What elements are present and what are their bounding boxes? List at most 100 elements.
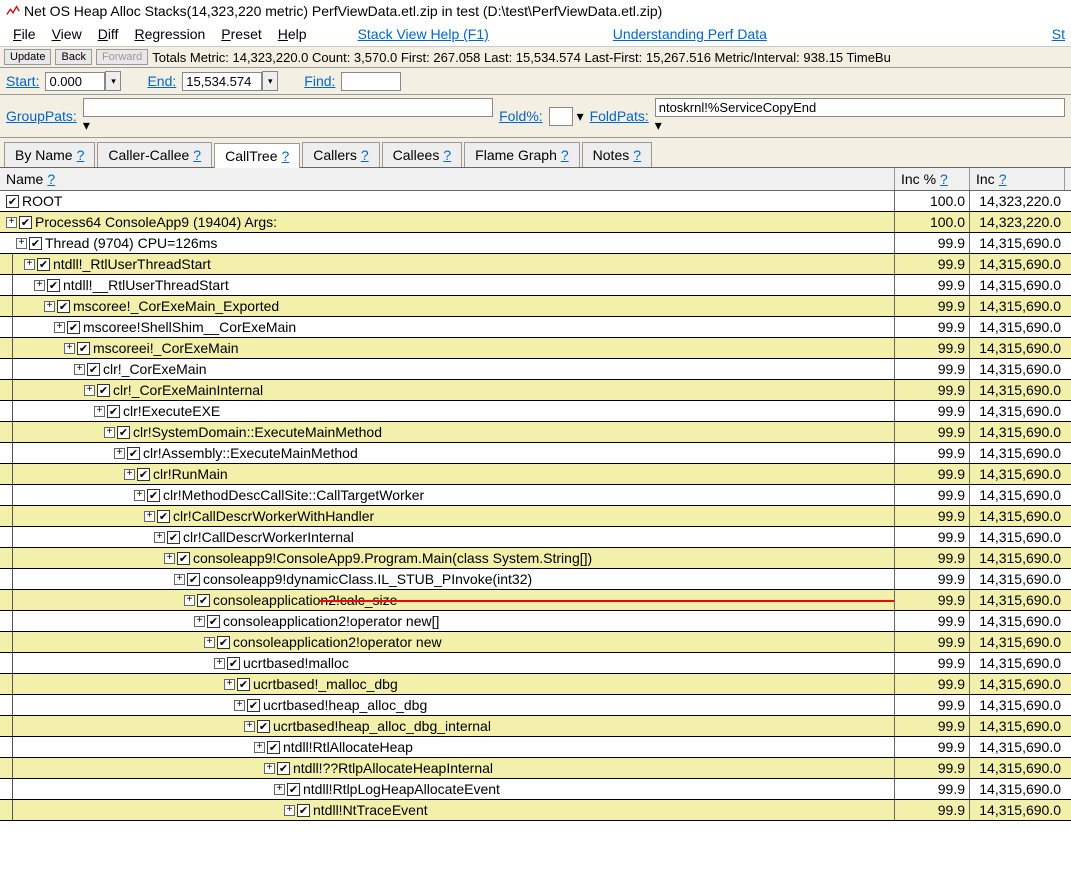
expander-icon[interactable]: + (184, 595, 195, 606)
find-input[interactable] (341, 72, 401, 91)
menu-help[interactable]: Help (271, 24, 314, 44)
expander-icon[interactable]: + (154, 532, 165, 543)
menu-view[interactable]: View (45, 24, 89, 44)
end-label[interactable]: End: (147, 73, 176, 89)
tab-calltree[interactable]: CallTree ? (214, 143, 300, 168)
foldpct-input[interactable] (549, 107, 573, 126)
tab-flame-graph[interactable]: Flame Graph ? (464, 142, 580, 167)
tab-help[interactable]: ? (443, 147, 451, 163)
tab-help[interactable]: ? (633, 147, 641, 163)
tree-row[interactable]: +✔consoleapp9!dynamicClass.IL_STUB_PInvo… (0, 569, 1071, 590)
tree-row[interactable]: +✔ucrtbased!heap_alloc_dbg99.914,315,690… (0, 695, 1071, 716)
checkbox-icon[interactable]: ✔ (107, 405, 120, 418)
expander-icon[interactable]: + (234, 700, 245, 711)
tree-row[interactable]: +✔ntdll!RtlAllocateHeap99.914,315,690.0 (0, 737, 1071, 758)
expander-icon[interactable]: + (24, 259, 35, 270)
checkbox-icon[interactable]: ✔ (77, 342, 90, 355)
checkbox-icon[interactable]: ✔ (37, 258, 50, 271)
stack-view-help-link[interactable]: Stack View Help (F1) (358, 26, 489, 42)
back-button[interactable]: Back (55, 49, 91, 65)
grouppats-dropdown[interactable]: ▾ (83, 117, 90, 133)
tree-row[interactable]: +✔ucrtbased!_malloc_dbg99.914,315,690.0 (0, 674, 1071, 695)
expander-icon[interactable]: + (104, 427, 115, 438)
expander-icon[interactable]: + (124, 469, 135, 480)
checkbox-icon[interactable]: ✔ (19, 216, 32, 229)
checkbox-icon[interactable]: ✔ (287, 783, 300, 796)
col-incpct[interactable]: Inc % ? (895, 168, 970, 190)
checkbox-icon[interactable]: ✔ (197, 594, 210, 607)
checkbox-icon[interactable]: ✔ (267, 741, 280, 754)
foldpats-label[interactable]: FoldPats: (590, 108, 649, 124)
expander-icon[interactable]: + (204, 637, 215, 648)
menu-preset[interactable]: Preset (214, 24, 268, 44)
tree-row[interactable]: +✔clr!CallDescrWorkerWithHandler99.914,3… (0, 506, 1071, 527)
tree-row[interactable]: +✔consoleapplication2!calc_size99.914,31… (0, 590, 1071, 611)
update-button[interactable]: Update (4, 49, 51, 65)
menu-file[interactable]: File (6, 24, 43, 44)
start-dropdown[interactable]: ▾ (105, 71, 121, 91)
foldpats-dropdown[interactable]: ▾ (655, 117, 662, 133)
end-dropdown[interactable]: ▾ (262, 71, 278, 91)
tree-row[interactable]: +✔mscoreei!_CorExeMain99.914,315,690.0 (0, 338, 1071, 359)
st-link[interactable]: St (1052, 26, 1065, 42)
col-name[interactable]: Name ? (0, 168, 895, 190)
checkbox-icon[interactable]: ✔ (167, 531, 180, 544)
tab-help[interactable]: ? (281, 148, 289, 164)
tree-row[interactable]: +✔Thread (9704) CPU=126ms99.914,315,690.… (0, 233, 1071, 254)
tab-callees[interactable]: Callees ? (382, 142, 463, 167)
understanding-perf-link[interactable]: Understanding Perf Data (613, 26, 767, 42)
start-input[interactable] (45, 72, 105, 91)
expander-icon[interactable]: + (214, 658, 225, 669)
expander-icon[interactable]: + (84, 385, 95, 396)
tab-help[interactable]: ? (193, 147, 201, 163)
tree-row[interactable]: +✔ntdll!RtlpLogHeapAllocateEvent99.914,3… (0, 779, 1071, 800)
expander-icon[interactable]: + (284, 805, 295, 816)
checkbox-icon[interactable]: ✔ (277, 762, 290, 775)
expander-icon[interactable]: + (164, 553, 175, 564)
tree-row[interactable]: +✔clr!RunMain99.914,315,690.0 (0, 464, 1071, 485)
foldpct-dropdown[interactable]: ▾ (577, 108, 584, 124)
checkbox-icon[interactable]: ✔ (207, 615, 220, 628)
checkbox-icon[interactable]: ✔ (187, 573, 200, 586)
checkbox-icon[interactable]: ✔ (97, 384, 110, 397)
checkbox-icon[interactable]: ✔ (87, 363, 100, 376)
checkbox-icon[interactable]: ✔ (247, 699, 260, 712)
col-incpct-help[interactable]: ? (940, 171, 948, 187)
checkbox-icon[interactable]: ✔ (57, 300, 70, 313)
foldpats-input[interactable] (655, 98, 1065, 117)
tree-row[interactable]: +✔clr!SystemDomain::ExecuteMainMethod99.… (0, 422, 1071, 443)
tree-row[interactable]: +✔clr!ExecuteEXE99.914,315,690.0 (0, 401, 1071, 422)
col-inc[interactable]: Inc ? (970, 168, 1065, 190)
checkbox-icon[interactable]: ✔ (67, 321, 80, 334)
expander-icon[interactable]: + (6, 217, 17, 228)
tree-row[interactable]: +✔mscoree!ShellShim__CorExeMain99.914,31… (0, 317, 1071, 338)
checkbox-icon[interactable]: ✔ (117, 426, 130, 439)
checkbox-icon[interactable]: ✔ (237, 678, 250, 691)
tab-help[interactable]: ? (561, 147, 569, 163)
expander-icon[interactable]: + (54, 322, 65, 333)
expander-icon[interactable]: + (64, 343, 75, 354)
tree-row[interactable]: +✔clr!Assembly::ExecuteMainMethod99.914,… (0, 443, 1071, 464)
expander-icon[interactable]: + (134, 490, 145, 501)
expander-icon[interactable]: + (174, 574, 185, 585)
checkbox-icon[interactable]: ✔ (47, 279, 60, 292)
tab-by-name[interactable]: By Name ? (4, 142, 95, 167)
tab-help[interactable]: ? (361, 147, 369, 163)
checkbox-icon[interactable]: ✔ (147, 489, 160, 502)
expander-icon[interactable]: + (254, 742, 265, 753)
expander-icon[interactable]: + (194, 616, 205, 627)
expander-icon[interactable]: + (44, 301, 55, 312)
tree-row[interactable]: +✔mscoree!_CorExeMain_Exported99.914,315… (0, 296, 1071, 317)
tree-row[interactable]: +✔consoleapplication2!operator new99.914… (0, 632, 1071, 653)
tree-row[interactable]: +✔ucrtbased!malloc99.914,315,690.0 (0, 653, 1071, 674)
tree-row[interactable]: +✔ucrtbased!heap_alloc_dbg_internal99.91… (0, 716, 1071, 737)
expander-icon[interactable]: + (74, 364, 85, 375)
col-inc-help[interactable]: ? (999, 171, 1007, 187)
foldpct-label[interactable]: Fold%: (499, 108, 543, 124)
tree-row[interactable]: +✔clr!MethodDescCallSite::CallTargetWork… (0, 485, 1071, 506)
grouppats-input[interactable] (83, 98, 493, 117)
expander-icon[interactable]: + (114, 448, 125, 459)
end-input[interactable] (182, 72, 262, 91)
expander-icon[interactable]: + (94, 406, 105, 417)
menu-diff[interactable]: Diff (91, 24, 126, 44)
